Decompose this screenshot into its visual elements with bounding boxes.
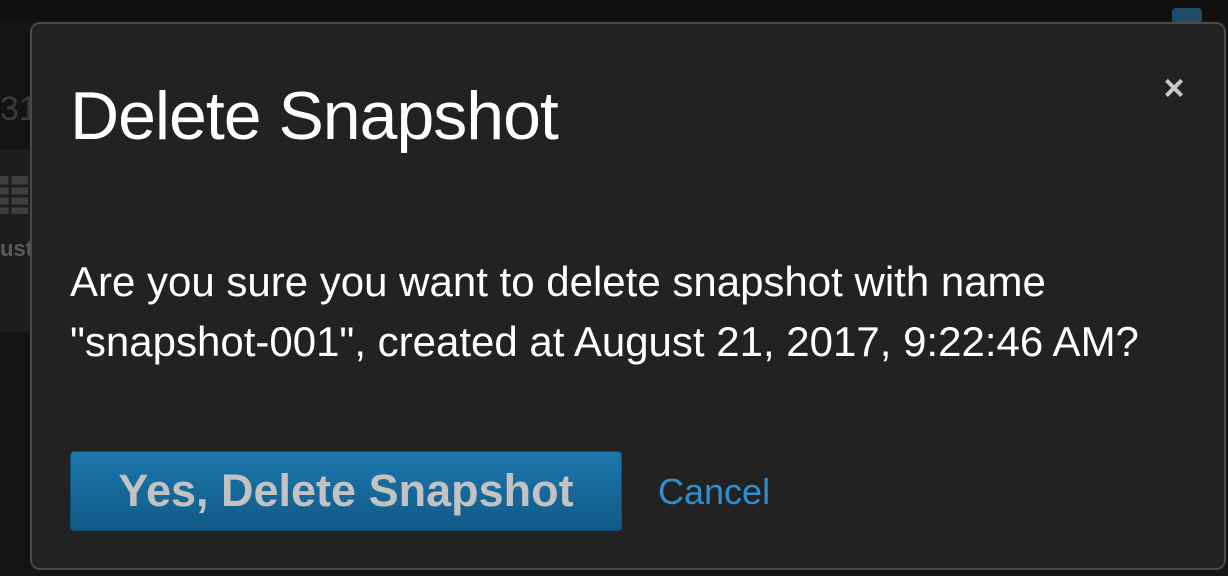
grid-icon bbox=[0, 176, 28, 214]
modal-title: Delete Snapshot bbox=[70, 78, 559, 154]
close-icon[interactable]: × bbox=[1154, 68, 1194, 108]
modal-message: Are you sure you want to delete snapshot… bbox=[70, 258, 1139, 365]
background-topbar bbox=[0, 0, 1228, 20]
cancel-link[interactable]: Cancel bbox=[658, 468, 770, 516]
confirm-delete-button[interactable]: Yes, Delete Snapshot bbox=[70, 451, 622, 531]
background-partial-text: ust bbox=[0, 236, 33, 261]
delete-snapshot-modal: Delete Snapshot × Are you sure you want … bbox=[30, 22, 1226, 570]
